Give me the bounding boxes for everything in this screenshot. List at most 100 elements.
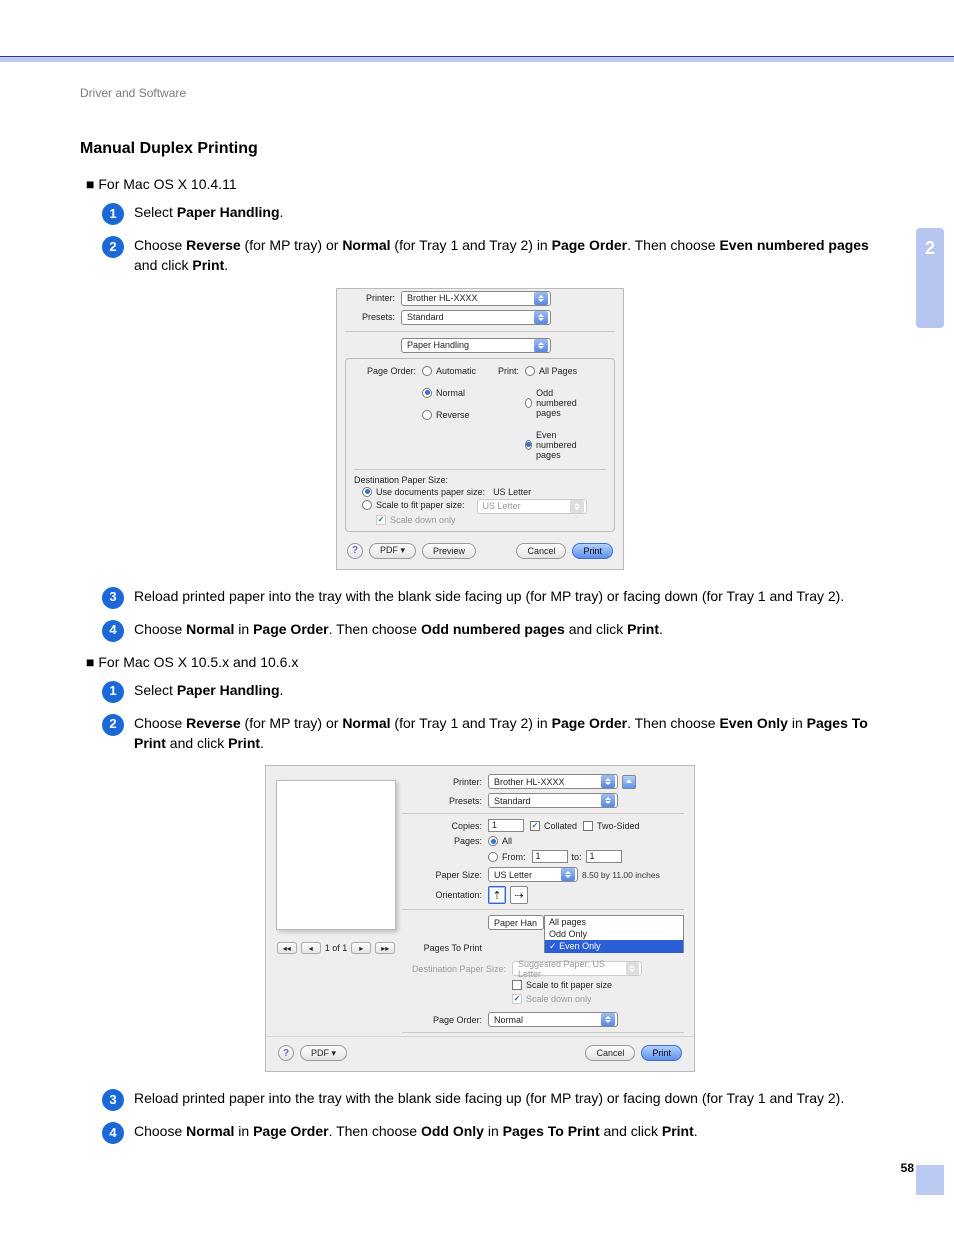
step-number-icon: 4: [102, 1122, 124, 1144]
printer-popup[interactable]: Brother HL-XXXX: [488, 774, 618, 789]
nav-last-button[interactable]: ▸▸: [375, 942, 395, 954]
page-order-label: Page Order:: [402, 1015, 488, 1025]
help-button[interactable]: ?: [278, 1045, 294, 1061]
nav-prev-button[interactable]: ◂: [301, 942, 321, 954]
chapter-tab: 2: [916, 228, 944, 328]
pages-from-radio[interactable]: From:: [488, 852, 526, 862]
print-dialog-105: ◂◂ ◂ 1 of 1 ▸ ▸▸ Printer: Brother HL-XXX…: [265, 765, 695, 1072]
popup-arrows-icon: [570, 500, 584, 513]
help-button[interactable]: ?: [347, 543, 363, 559]
page-order-popup[interactable]: Normal: [488, 1012, 618, 1027]
dest-scale-popup: US Letter: [477, 499, 587, 514]
pdf-button[interactable]: PDF ▾: [369, 543, 416, 559]
page-order-automatic-radio[interactable]: Automatic: [422, 366, 476, 376]
menu-odd-only[interactable]: Odd Only: [544, 928, 684, 940]
breadcrumb: Driver and Software: [80, 86, 186, 100]
scale-down-only-checkbox: Scale down only: [376, 515, 456, 525]
print-button[interactable]: Print: [641, 1045, 682, 1061]
popup-arrows-icon: [534, 311, 548, 324]
orientation-landscape-button[interactable]: ⇢: [510, 886, 528, 904]
pdf-button[interactable]: PDF ▾: [300, 1045, 347, 1061]
copies-input[interactable]: 1: [488, 819, 524, 832]
scale-to-fit-checkbox[interactable]: Scale to fit paper size: [512, 980, 612, 990]
copies-label: Copies:: [402, 821, 488, 831]
orientation-portrait-button[interactable]: ⇡: [488, 886, 506, 904]
presets-label: Presets:: [402, 796, 488, 806]
cancel-button[interactable]: Cancel: [585, 1045, 635, 1061]
presets-label: Presets:: [345, 312, 401, 322]
step-number-icon: 1: [102, 203, 124, 225]
paper-size-popup[interactable]: US Letter: [488, 867, 578, 882]
pages-all-radio[interactable]: All: [488, 836, 512, 846]
collated-checkbox[interactable]: Collated: [530, 821, 577, 831]
pages-to-print-menu[interactable]: All pages Odd Only ✓ Even Only: [544, 915, 684, 953]
section-title: Manual Duplex Printing: [80, 140, 880, 158]
dest-scale-radio[interactable]: Scale to fit paper size:: [362, 500, 465, 510]
presets-popup[interactable]: Standard: [488, 793, 618, 808]
print-label: Print:: [498, 366, 525, 462]
nav-page-indicator: 1 of 1: [325, 943, 348, 953]
step-number-icon: 3: [102, 1089, 124, 1111]
printer-label: Printer:: [402, 777, 488, 787]
page-number: 58: [901, 1161, 914, 1175]
popup-arrows-icon: [601, 775, 615, 788]
print-odd-radio[interactable]: Odd numbered pages: [525, 388, 592, 418]
step-a1: 1 Select Paper Handling.: [102, 202, 880, 225]
page-number-bar: [916, 1165, 944, 1195]
paper-size-note: 8.50 by 11.00 inches: [582, 870, 660, 880]
step-b3: 3 Reload printed paper into the tray wit…: [102, 1088, 880, 1111]
orientation-label: Orientation:: [402, 890, 488, 900]
dest-paper-size-label: Destination Paper Size:: [354, 475, 606, 485]
pages-from-input[interactable]: 1: [532, 850, 568, 863]
step-number-icon: 3: [102, 587, 124, 609]
nav-next-button[interactable]: ▸: [351, 942, 371, 954]
page-order-normal-radio[interactable]: Normal: [422, 388, 476, 398]
header-bar: [0, 56, 954, 62]
popup-arrows-icon: [601, 1013, 615, 1026]
page-content: Manual Duplex Printing For Mac OS X 10.4…: [80, 140, 880, 1144]
step-b2: 2 Choose Reverse (for MP tray) or Normal…: [102, 713, 880, 754]
step-number-icon: 2: [102, 714, 124, 736]
step-b1: 1 Select Paper Handling.: [102, 680, 880, 703]
menu-all-pages[interactable]: All pages: [544, 915, 684, 928]
dest-paper-size-label: Destination Paper Size:: [402, 964, 512, 974]
pages-to-print-label: Pages To Print: [402, 943, 488, 953]
os-104-header: For Mac OS X 10.4.11: [86, 176, 880, 192]
scale-down-only-checkbox: Scale down only: [512, 994, 592, 1004]
popup-arrows-icon: [534, 292, 548, 305]
preview-sheet: [276, 780, 396, 930]
popup-arrows-icon: [561, 868, 575, 881]
pages-label: Pages:: [402, 836, 488, 846]
printer-popup[interactable]: Brother HL-XXXX: [401, 291, 551, 306]
page-order-label: Page Order:: [362, 366, 422, 422]
print-even-radio[interactable]: Even numbered pages: [525, 430, 592, 460]
step-a4: 4 Choose Normal in Page Order. Then choo…: [102, 619, 880, 642]
preview-button[interactable]: Preview: [422, 543, 476, 559]
section-popup[interactable]: Paper Handling: [401, 338, 551, 353]
nav-first-button[interactable]: ◂◂: [277, 942, 297, 954]
print-all-radio[interactable]: All Pages: [525, 366, 592, 376]
paper-size-label: Paper Size:: [402, 870, 488, 880]
printer-label: Printer:: [345, 293, 401, 303]
dest-paper-size-popup: Suggested Paper: US Letter: [512, 961, 642, 976]
popup-arrows-icon: [626, 962, 639, 975]
step-number-icon: 1: [102, 681, 124, 703]
two-sided-checkbox[interactable]: Two-Sided: [583, 821, 640, 831]
pages-to-input[interactable]: 1: [586, 850, 622, 863]
step-number-icon: 2: [102, 236, 124, 258]
collapse-button[interactable]: [622, 775, 636, 789]
cancel-button[interactable]: Cancel: [516, 543, 566, 559]
print-button[interactable]: Print: [572, 543, 613, 559]
step-a2: 2 Choose Reverse (for MP tray) or Normal…: [102, 235, 880, 276]
dest-use-doc-radio[interactable]: Use documents paper size:US Letter: [362, 487, 600, 497]
section-popup[interactable]: Paper Han: [488, 915, 544, 930]
print-dialog-104: Printer: Brother HL-XXXX Presets: Standa…: [336, 288, 624, 570]
step-b4: 4 Choose Normal in Page Order. Then choo…: [102, 1121, 880, 1144]
presets-popup[interactable]: Standard: [401, 310, 551, 325]
os-105-header: For Mac OS X 10.5.x and 10.6.x: [86, 654, 880, 670]
popup-arrows-icon: [601, 794, 615, 807]
page-order-reverse-radio[interactable]: Reverse: [422, 410, 476, 420]
menu-even-only[interactable]: ✓ Even Only: [544, 940, 684, 953]
preview-pane: ◂◂ ◂ 1 of 1 ▸ ▸▸: [266, 772, 402, 1036]
step-number-icon: 4: [102, 620, 124, 642]
